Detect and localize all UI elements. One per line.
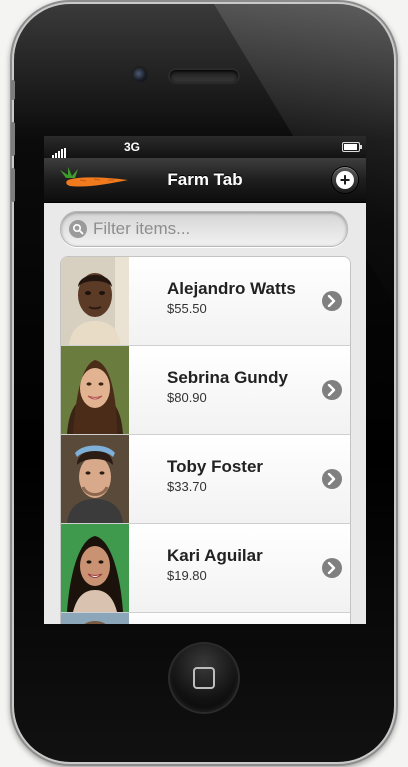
volume-down-button (11, 168, 15, 202)
person-balance: $80.90 (167, 390, 207, 405)
person-balance: $33.70 (167, 479, 207, 494)
search-icon (69, 220, 87, 238)
navigation-bar: Farm Tab + (44, 158, 366, 203)
chevron-right-icon[interactable] (322, 558, 342, 578)
avatar (61, 257, 129, 345)
plus-icon: + (336, 171, 354, 189)
page-title: Farm Tab (167, 170, 243, 189)
app-screen: 3G Farm Tab + Filter items... Alejandro … (44, 136, 366, 624)
person-name: Alejandro Watts (167, 279, 296, 298)
home-button[interactable] (170, 644, 238, 712)
phone-frame: 3G Farm Tab + Filter items... Alejandro … (11, 4, 394, 762)
add-button[interactable]: + (332, 167, 358, 193)
volume-up-button (11, 122, 15, 156)
earpiece-speaker (170, 70, 238, 82)
avatar (61, 346, 129, 434)
list-item[interactable]: Toby Foster $33.70 (61, 435, 350, 524)
list-item[interactable]: Alejandro Watts $55.50 (61, 257, 350, 346)
chevron-right-icon[interactable] (322, 380, 342, 400)
front-camera (133, 68, 147, 82)
search-box (60, 211, 348, 247)
person-balance: $55.50 (167, 301, 207, 316)
person-name: Sebrina Gundy (167, 368, 288, 387)
list-item[interactable]: Sebrina Gundy $80.90 (61, 346, 350, 435)
status-bar: 3G (44, 136, 366, 158)
avatar (61, 613, 129, 624)
person-name: Toby Foster (167, 457, 264, 476)
mute-switch (11, 80, 15, 100)
battery-icon (342, 142, 362, 152)
people-list: Alejandro Watts $55.50 Sebrina Gundy $80… (60, 256, 351, 624)
home-square-icon (193, 667, 215, 689)
avatar (61, 524, 129, 612)
chevron-right-icon[interactable] (322, 291, 342, 311)
avatar (61, 435, 129, 523)
search-input[interactable] (93, 212, 333, 246)
signal-strength-icon (52, 144, 67, 158)
person-name: Kari Aguilar (167, 546, 263, 565)
person-balance: $19.80 (167, 568, 207, 583)
network-type: 3G (124, 140, 141, 154)
chevron-right-icon[interactable] (322, 469, 342, 489)
list-item[interactable] (61, 613, 350, 624)
search-bar (44, 203, 366, 249)
list-item[interactable]: Kari Aguilar $19.80 (61, 524, 350, 613)
